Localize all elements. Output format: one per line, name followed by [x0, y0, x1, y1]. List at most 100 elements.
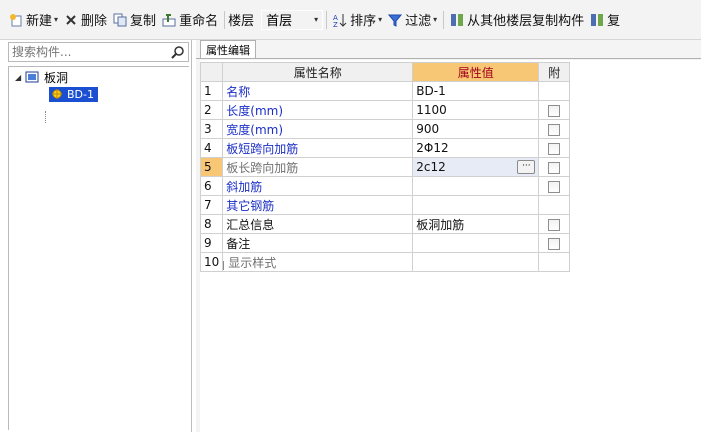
sort-label: 排序 — [350, 14, 377, 29]
ellipsis-button[interactable]: ··· — [517, 160, 536, 174]
property-value[interactable] — [412, 233, 540, 253]
property-grid-area: 属性名称 属性值 附 1 名称 BD-1 2 长度(mm) 1100 3 宽度(… — [199, 60, 701, 432]
copy-partial-button[interactable]: 复 — [587, 9, 623, 31]
table-row[interactable]: 4 板短跨向加筋 2Φ12 — [199, 138, 571, 158]
row-number: 9 — [199, 233, 224, 253]
property-name: 板长跨向加筋 — [222, 157, 414, 177]
attach-checkbox[interactable] — [548, 104, 561, 117]
property-name: 备注 — [222, 233, 414, 253]
attach-checkbox[interactable] — [548, 142, 561, 155]
tree-node-bd-1[interactable]: BD-1 — [49, 86, 98, 102]
property-value[interactable]: 2Φ12 — [412, 138, 540, 158]
copy-partial-label: 复 — [607, 14, 621, 29]
expand-icon[interactable]: + — [223, 260, 225, 270]
header-attach[interactable]: 附 — [538, 62, 571, 82]
toolbar: 新建 ▾ 删除 复制 重命名 楼层 首层 ▾ AZ 排序 ▾ 过滤 ▾ 从其他楼… — [0, 0, 701, 40]
row-number: 4 — [199, 138, 224, 158]
search-icon[interactable] — [171, 45, 185, 59]
chevron-down-icon: ▾ — [314, 15, 319, 24]
copy-from-floor-icon — [450, 13, 464, 27]
header-property-value[interactable]: 属性值 — [412, 62, 540, 82]
property-value[interactable] — [412, 195, 540, 215]
attach-checkbox[interactable] — [548, 218, 561, 231]
tab-property-edit[interactable]: 属性编辑 — [200, 40, 256, 58]
filter-dropdown-icon: ▾ — [433, 15, 438, 24]
filter-label: 过滤 — [405, 14, 432, 29]
row-number: 7 — [199, 195, 224, 215]
tree-connector — [45, 111, 46, 123]
copy-from-floor-button[interactable]: 从其他楼层复制构件 — [447, 9, 587, 31]
row-number: 1 — [199, 81, 224, 101]
property-name: 斜加筋 — [222, 176, 414, 196]
property-value[interactable] — [412, 176, 540, 196]
property-name: 长度(mm) — [222, 100, 414, 120]
component-type-icon — [25, 71, 39, 83]
property-grid: 属性名称 属性值 附 1 名称 BD-1 2 长度(mm) 1100 3 宽度(… — [199, 62, 571, 272]
property-value[interactable]: BD-1 — [412, 81, 540, 101]
table-row[interactable]: 3 宽度(mm) 900 — [199, 119, 571, 139]
row-number: 2 — [199, 100, 224, 120]
tree-item-selected[interactable]: BD-1 — [49, 86, 98, 102]
search-input[interactable] — [9, 43, 159, 61]
property-name: 名称 — [222, 81, 414, 101]
table-row[interactable]: 7 其它钢筋 — [199, 195, 571, 215]
collapse-icon[interactable]: ◢ — [15, 73, 25, 82]
table-row[interactable]: 8 汇总信息 板洞加筋 — [199, 214, 571, 234]
attach-checkbox[interactable] — [548, 161, 561, 174]
sort-icon: AZ — [333, 13, 347, 29]
attach-cell — [538, 252, 571, 272]
property-name: 显示样式 — [228, 255, 277, 270]
tree-node-root[interactable]: ◢ 板洞 — [15, 69, 68, 85]
sort-button[interactable]: AZ 排序 ▾ — [330, 9, 385, 31]
copy-label: 复制 — [130, 14, 157, 29]
rename-button[interactable]: 重命名 — [159, 9, 221, 31]
attach-checkbox[interactable] — [548, 123, 561, 136]
table-row[interactable]: 2 长度(mm) 1100 — [199, 100, 571, 120]
property-value[interactable]: 900 — [412, 119, 540, 139]
attach-cell — [538, 233, 571, 253]
copy-from-floor-label: 从其他楼层复制构件 — [467, 14, 585, 29]
table-row[interactable]: 1 名称 BD-1 — [199, 81, 571, 101]
attach-cell — [538, 195, 571, 215]
property-name: 宽度(mm) — [222, 119, 414, 139]
attach-checkbox[interactable] — [548, 180, 561, 193]
svg-text:Z: Z — [333, 21, 338, 27]
delete-button[interactable]: 删除 — [61, 9, 110, 31]
new-label: 新建 — [26, 14, 53, 29]
property-value-editing[interactable]: 2c12 ··· — [412, 157, 540, 177]
table-row[interactable]: 9 备注 — [199, 233, 571, 253]
search-box — [8, 42, 189, 62]
property-name-group[interactable]: +显示样式 — [222, 252, 414, 272]
row-number: 10 — [199, 252, 224, 272]
property-value-text[interactable]: 2c12 — [416, 160, 446, 174]
row-number: 5 — [199, 157, 224, 177]
table-row-selected[interactable]: 5 板长跨向加筋 2c12 ··· — [199, 157, 571, 177]
property-value[interactable] — [412, 252, 540, 272]
attach-cell — [538, 81, 571, 101]
new-icon — [9, 13, 23, 27]
copy-components-icon — [590, 13, 604, 27]
table-row[interactable]: 6 斜加筋 — [199, 176, 571, 196]
property-value[interactable]: 板洞加筋 — [412, 214, 540, 234]
attach-cell — [538, 176, 571, 196]
attach-cell — [538, 119, 571, 139]
component-tree-panel: ◢ 板洞 BD-1 — [0, 40, 192, 432]
property-panel: 属性编辑 属性名称 属性值 附 1 名称 BD-1 2 长度(mm) 1100 … — [196, 40, 701, 432]
copy-button[interactable]: 复制 — [110, 9, 159, 31]
toolbar-separator — [326, 10, 328, 29]
filter-icon — [388, 13, 403, 27]
table-row[interactable]: 10 +显示样式 — [199, 252, 571, 272]
property-name: 板短跨向加筋 — [222, 138, 414, 158]
header-property-name[interactable]: 属性名称 — [222, 62, 414, 82]
new-dropdown-icon: ▾ — [54, 15, 59, 24]
row-number: 8 — [199, 214, 224, 234]
property-name: 汇总信息 — [222, 214, 414, 234]
new-button[interactable]: 新建 ▾ — [6, 9, 61, 31]
property-value[interactable]: 1100 — [412, 100, 540, 120]
row-number: 6 — [199, 176, 224, 196]
copy-icon — [113, 13, 127, 27]
floor-label: 楼层 — [228, 14, 255, 29]
filter-button[interactable]: 过滤 ▾ — [385, 9, 440, 31]
attach-checkbox[interactable] — [548, 237, 561, 250]
floor-select[interactable]: 首层 ▾ — [261, 9, 324, 30]
